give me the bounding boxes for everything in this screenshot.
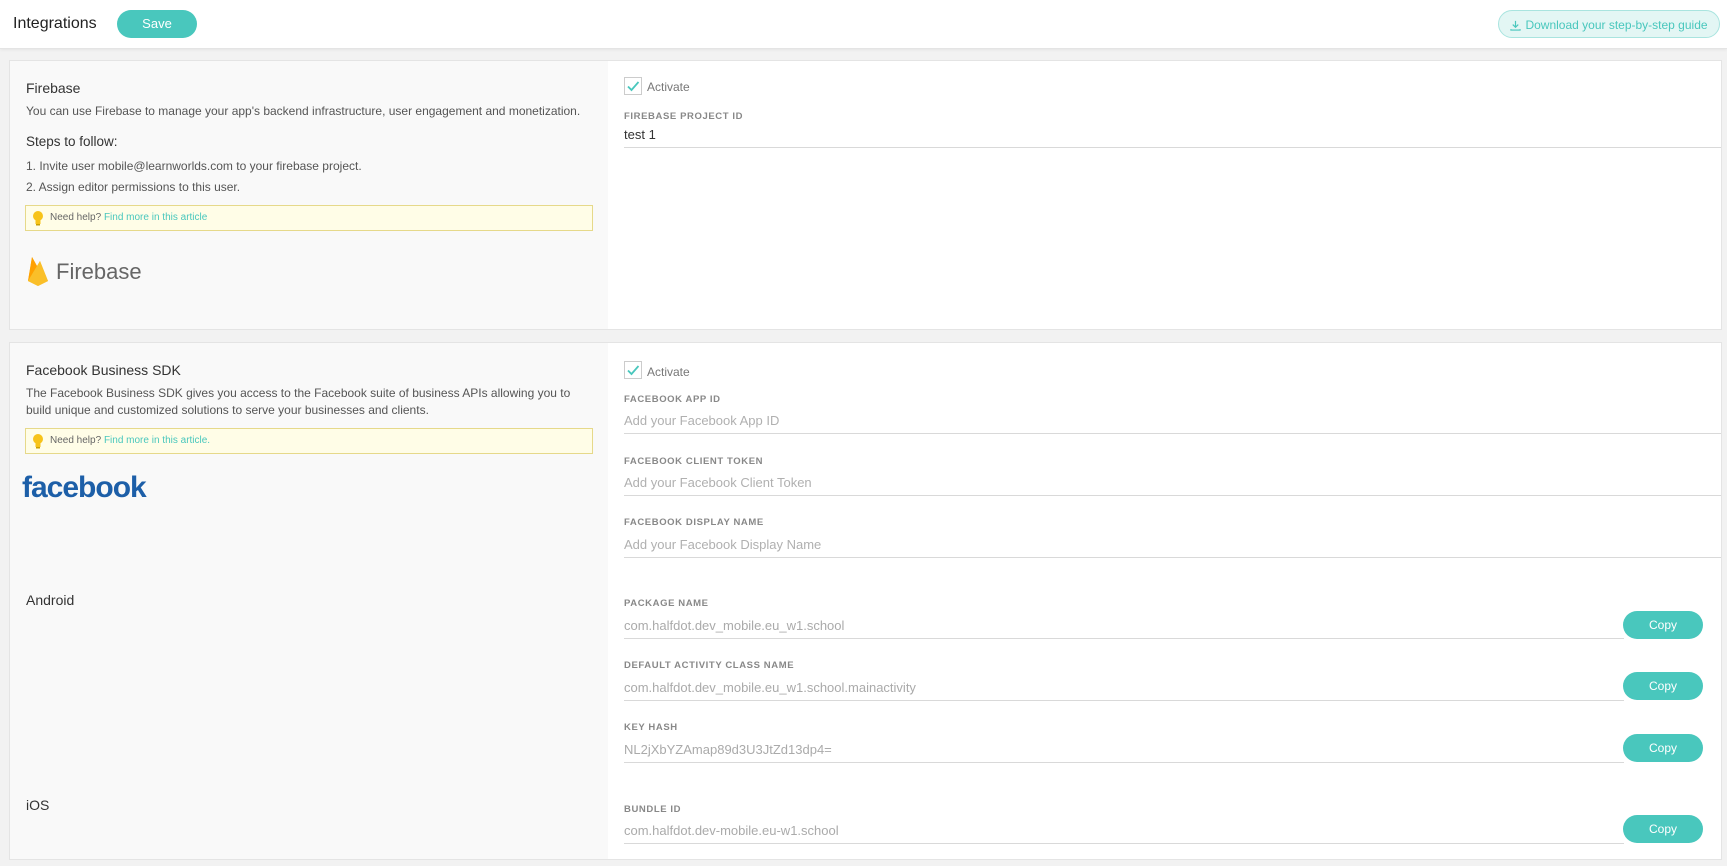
- facebook-activate-label: Activate: [647, 365, 690, 379]
- facebook-help-prefix: Need help?: [50, 435, 102, 446]
- facebook-title: Facebook Business SDK: [26, 362, 181, 378]
- firebase-logo-text: Firebase: [56, 259, 142, 284]
- android-title: Android: [26, 592, 75, 608]
- copy-bundle-id-button[interactable]: Copy: [1623, 815, 1703, 843]
- firebase-settings-panel: Activate FIREBASE PROJECT ID: [608, 61, 1721, 329]
- bundle-id-field: [624, 822, 1624, 844]
- facebook-help-link[interactable]: Find more in this article.: [104, 435, 210, 446]
- firebase-title: Firebase: [26, 80, 81, 96]
- package-name-label: PACKAGE NAME: [624, 598, 709, 609]
- firebase-card: Firebase You can use Firebase to manage …: [9, 60, 1722, 330]
- facebook-display-name-label: FACEBOOK DISPLAY NAME: [624, 517, 764, 528]
- firebase-project-id-input[interactable]: [624, 126, 1721, 148]
- firebase-steps-title: Steps to follow:: [26, 134, 118, 149]
- facebook-client-token-input[interactable]: [624, 474, 1721, 496]
- facebook-settings-panel: Activate FACEBOOK APP ID FACEBOOK CLIENT…: [608, 343, 1721, 859]
- top-bar: Integrations Save Download your step-by-…: [0, 0, 1727, 49]
- activity-class-label: DEFAULT ACTIVITY CLASS NAME: [624, 660, 795, 671]
- facebook-activate-checkbox[interactable]: [624, 361, 642, 379]
- bundle-id-label: BUNDLE ID: [624, 804, 682, 815]
- download-guide-button[interactable]: Download your step-by-step guide: [1498, 10, 1720, 38]
- activity-class-field: [624, 679, 1624, 701]
- checkmark-icon: [627, 81, 640, 92]
- firebase-activate-label: Activate: [647, 80, 690, 94]
- facebook-logo: facebook: [22, 471, 147, 504]
- save-button[interactable]: Save: [117, 10, 197, 38]
- facebook-info-panel: Facebook Business SDK The Facebook Busin…: [10, 343, 608, 859]
- firebase-info-panel: Firebase You can use Firebase to manage …: [10, 61, 608, 329]
- firebase-help-box: Need help? Find more in this article: [25, 205, 593, 231]
- checkmark-icon: [627, 365, 640, 376]
- facebook-display-name-input[interactable]: [624, 536, 1721, 558]
- page-title: Integrations: [13, 15, 97, 32]
- firebase-step-2: 2. Assign editor permissions to this use…: [26, 180, 241, 194]
- package-name-field: [624, 617, 1624, 639]
- lightbulb-icon: [33, 211, 43, 226]
- facebook-card: Facebook Business SDK The Facebook Busin…: [9, 342, 1722, 860]
- firebase-help-link[interactable]: Find more in this article: [104, 212, 207, 223]
- key-hash-label: KEY HASH: [624, 722, 678, 733]
- copy-package-name-button[interactable]: Copy: [1623, 611, 1703, 639]
- key-hash-field: [624, 741, 1624, 763]
- firebase-flame-icon: [28, 257, 48, 286]
- lightbulb-icon: [33, 434, 43, 449]
- copy-activity-class-button[interactable]: Copy: [1623, 672, 1703, 700]
- firebase-activate-checkbox[interactable]: [624, 77, 642, 95]
- download-icon: [1510, 20, 1522, 31]
- facebook-app-id-label: FACEBOOK APP ID: [624, 394, 721, 405]
- download-guide-label: Download your step-by-step guide: [1525, 18, 1708, 32]
- ios-title: iOS: [26, 797, 50, 813]
- copy-key-hash-button[interactable]: Copy: [1623, 734, 1703, 762]
- firebase-description: You can use Firebase to manage your app'…: [26, 104, 581, 118]
- firebase-help-prefix: Need help?: [50, 212, 102, 223]
- firebase-step-1: 1. Invite user mobile@learnworlds.com to…: [26, 159, 362, 173]
- facebook-client-token-label: FACEBOOK CLIENT TOKEN: [624, 456, 764, 467]
- firebase-project-id-label: FIREBASE PROJECT ID: [624, 111, 744, 122]
- facebook-app-id-input[interactable]: [624, 412, 1721, 434]
- facebook-description: The Facebook Business SDK gives you acce…: [26, 386, 571, 417]
- facebook-help-box: Need help? Find more in this article.: [25, 428, 593, 454]
